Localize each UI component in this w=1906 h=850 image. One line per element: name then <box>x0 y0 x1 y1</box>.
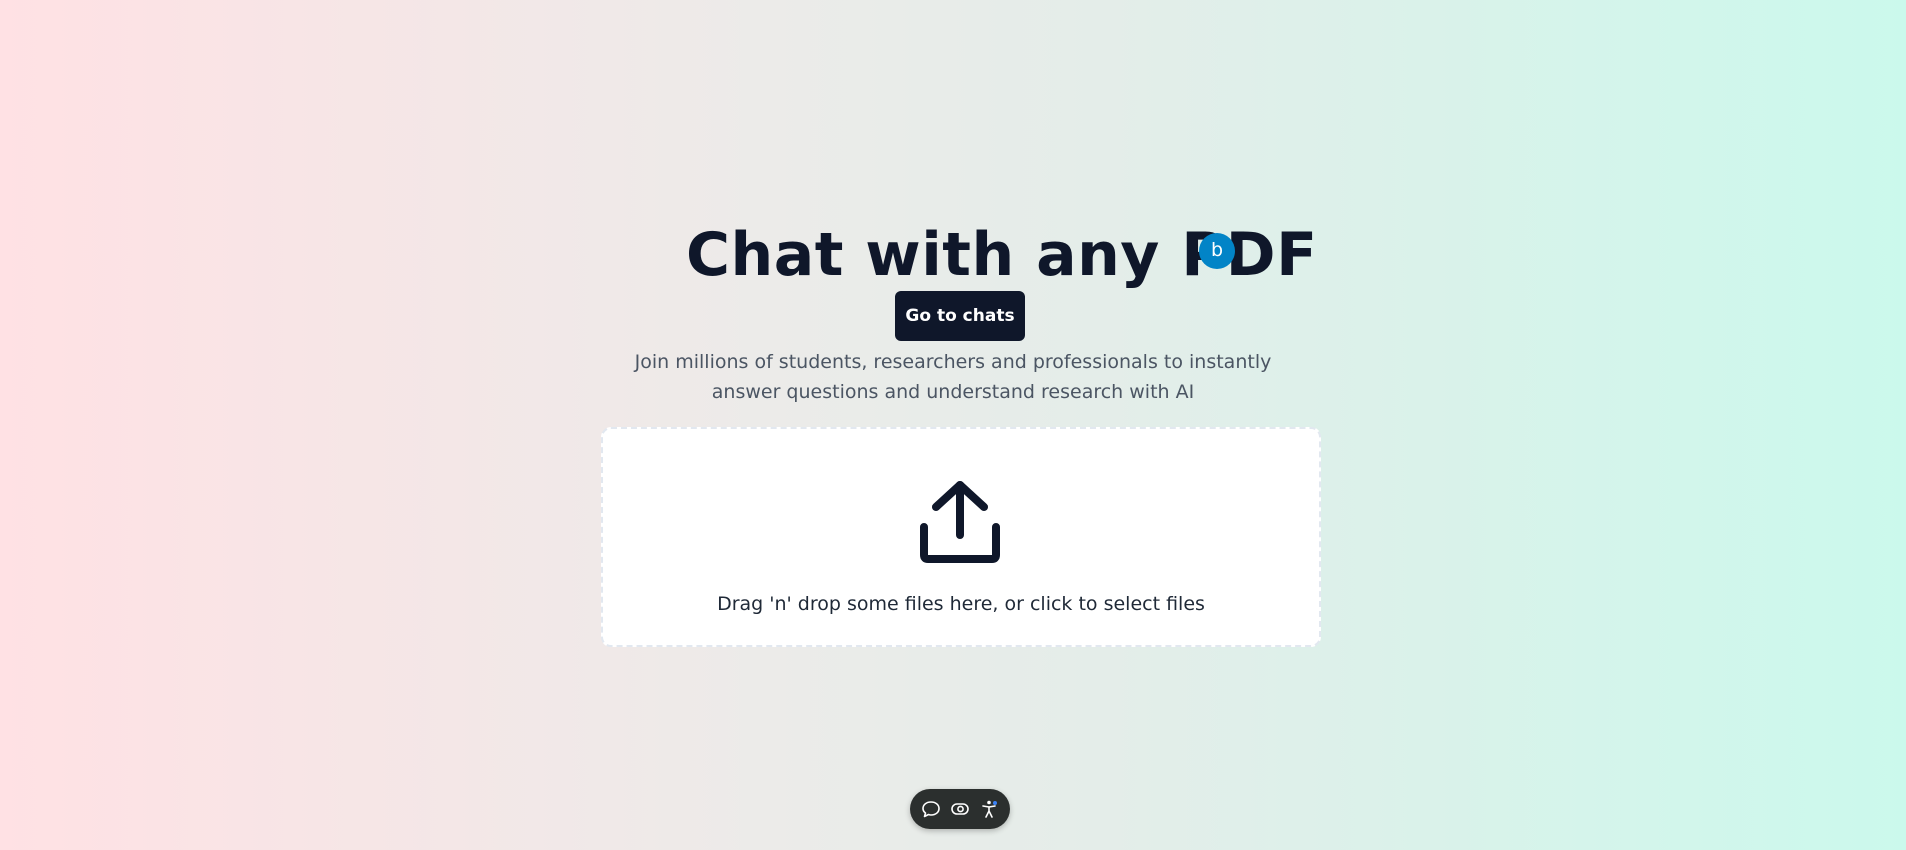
floating-toolbar <box>910 789 1010 829</box>
user-avatar[interactable]: b <box>1199 233 1235 269</box>
accessibility-icon[interactable] <box>978 798 1000 820</box>
upload-icon <box>918 479 1002 563</box>
hero-subtitle: Join millions of students, researchers a… <box>634 351 1272 403</box>
eye-toggle-icon[interactable] <box>949 798 971 820</box>
dropzone-instructions: Drag 'n' drop some files here, or click … <box>717 593 1205 615</box>
title-row: Chat with any PDF b <box>0 220 1906 290</box>
file-dropzone[interactable]: Drag 'n' drop some files here, or click … <box>601 427 1321 647</box>
go-to-chats-button[interactable]: Go to chats <box>895 291 1025 341</box>
chat-bubble-icon[interactable] <box>920 798 942 820</box>
